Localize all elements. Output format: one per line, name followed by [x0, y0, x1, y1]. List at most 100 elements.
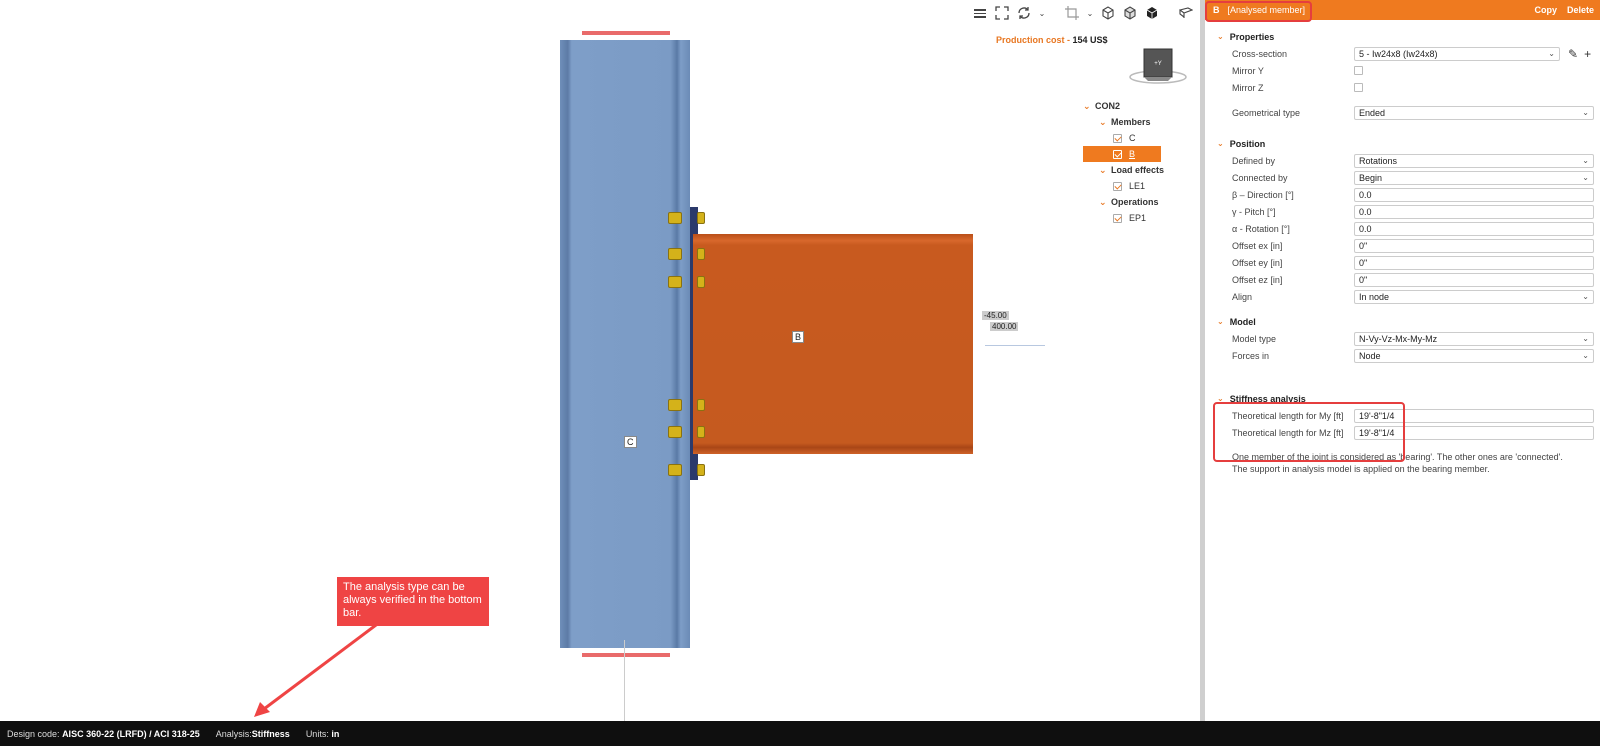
- field-label: Cross-section: [1232, 48, 1288, 59]
- transparent-cube-icon[interactable]: [1122, 5, 1138, 21]
- row-model-type: Model type N-Vy-Vz-Mx-My-Mz ⌄: [1205, 330, 1600, 347]
- tree-node-connection[interactable]: ⌄ CON2: [1083, 98, 1191, 114]
- units-status[interactable]: Units: in: [306, 729, 340, 739]
- checkbox[interactable]: [1113, 213, 1122, 223]
- checkbox[interactable]: [1113, 181, 1122, 191]
- crop-icon[interactable]: [1064, 5, 1080, 21]
- bolt-icon: [668, 276, 682, 288]
- production-cost-separator: -: [1064, 35, 1073, 45]
- select-value: Node: [1359, 350, 1381, 361]
- checkbox[interactable]: [1113, 149, 1122, 159]
- tree-group-load-effects[interactable]: ⌄ Load effects: [1083, 162, 1191, 178]
- row-forces-in: Forces in Node ⌄: [1205, 347, 1600, 364]
- field-label: α - Rotation [°]: [1232, 223, 1290, 234]
- position-select[interactable]: In node ⌄: [1354, 289, 1594, 304]
- position-fields: Defined by Rotations ⌄ Connected by Begin ⌄ β …: [1205, 152, 1600, 305]
- bolt-icon: [697, 276, 705, 288]
- bolt-icon: [697, 464, 705, 476]
- field-label: β – Direction [°]: [1232, 189, 1294, 200]
- field-value: 0.0: [1359, 223, 1372, 234]
- field-label: Align: [1232, 291, 1253, 302]
- chevron-down-icon[interactable]: ⌄: [1038, 5, 1046, 21]
- tree-group-members[interactable]: ⌄ Members: [1083, 114, 1191, 130]
- forces-in-select[interactable]: Node ⌄: [1354, 348, 1594, 363]
- chevron-down-icon[interactable]: ⌄: [1217, 32, 1224, 41]
- section-title: Model: [1229, 316, 1256, 327]
- wireframe-cube-icon[interactable]: [1100, 5, 1116, 21]
- chevron-down-icon: ⌄: [1548, 49, 1555, 58]
- member-label-b: B: [792, 331, 805, 343]
- add-icon[interactable]: +: [1584, 47, 1591, 61]
- chevron-down-icon[interactable]: ⌄: [1099, 165, 1111, 176]
- design-code-status[interactable]: Design code: AISC 360-22 (LRFD) / ACI 31…: [7, 729, 200, 739]
- tree-item-member-c[interactable]: C: [1083, 130, 1191, 146]
- section-position[interactable]: ⌄ Position: [1205, 135, 1600, 152]
- tree-item-member-b[interactable]: B: [1083, 146, 1161, 162]
- geometrical-type-select[interactable]: Ended ⌄: [1354, 105, 1594, 120]
- chevron-down-icon[interactable]: ⌄: [1083, 101, 1095, 112]
- position-select[interactable]: Rotations ⌄: [1354, 153, 1594, 168]
- position-input[interactable]: 0": [1354, 238, 1594, 253]
- select-value: N-Vy-Vz-Mx-My-Mz: [1359, 333, 1438, 344]
- position-input[interactable]: 0.0: [1354, 204, 1594, 219]
- rotate-view-icon[interactable]: [1016, 5, 1032, 21]
- zoom-extents-icon[interactable]: [994, 5, 1010, 21]
- dimension-icon[interactable]: [972, 5, 988, 21]
- field-value: Begin: [1359, 172, 1383, 183]
- chevron-down-icon: ⌄: [1582, 334, 1589, 343]
- production-cost-label: Production cost: [996, 35, 1065, 45]
- edit-pencil-icon[interactable]: ✎: [1568, 47, 1578, 61]
- bolt-icon: [697, 399, 705, 411]
- copy-button[interactable]: Copy: [1534, 5, 1557, 15]
- axis-line: [624, 640, 625, 721]
- field-label: Offset ez [in]: [1232, 274, 1283, 285]
- chevron-down-icon[interactable]: ⌄: [1099, 117, 1111, 128]
- tree-group-operations[interactable]: ⌄ Operations: [1083, 194, 1191, 210]
- row-position-field: Align In node ⌄: [1205, 288, 1600, 305]
- tree-item-ep1[interactable]: EP1: [1083, 210, 1191, 226]
- tree-item-label: LE1: [1129, 181, 1146, 191]
- field-value: 0": [1359, 274, 1368, 285]
- chevron-down-icon[interactable]: ⌄: [1099, 197, 1111, 208]
- tree-item-label: B: [1129, 149, 1136, 159]
- chevron-down-icon[interactable]: ⌄: [1086, 5, 1094, 21]
- analysis-label: Analysis:: [215, 728, 252, 739]
- field-label: Geometrical type: [1232, 107, 1301, 118]
- mirror-y-checkbox[interactable]: [1354, 66, 1363, 75]
- bolt-icon: [668, 426, 682, 438]
- 3d-viewport[interactable]: ⌄ ⌄ Production cost - 154 US$ +Y ⌄ CON2 …: [0, 0, 1237, 721]
- member-view-icon[interactable]: [1178, 5, 1194, 21]
- bolt-icon: [697, 212, 705, 224]
- solid-cube-icon[interactable]: [1144, 5, 1160, 21]
- units-label: Units:: [305, 728, 329, 739]
- analysis-status[interactable]: Analysis:Stiffness: [216, 729, 290, 739]
- section-model[interactable]: ⌄ Model: [1205, 313, 1600, 330]
- field-label: Mirror Y: [1232, 65, 1264, 76]
- chevron-down-icon: ⌄: [1582, 156, 1589, 165]
- column-end-marker: [582, 31, 670, 35]
- mirror-z-checkbox[interactable]: [1354, 83, 1363, 92]
- production-cost-value: 154 US$: [1072, 35, 1108, 45]
- delete-button[interactable]: Delete: [1567, 5, 1594, 15]
- production-cost: Production cost - 154 US$: [996, 35, 1108, 45]
- field-value: In node: [1359, 291, 1390, 302]
- view-cube-icon[interactable]: +Y: [1128, 47, 1188, 85]
- select-value: 5 - Iw24x8 (Iw24x8): [1359, 48, 1438, 59]
- position-input[interactable]: 0.0: [1354, 221, 1594, 236]
- position-select[interactable]: Begin ⌄: [1354, 170, 1594, 185]
- view-cube-label: +Y: [1154, 61, 1162, 67]
- beam-member-b[interactable]: [693, 234, 973, 454]
- column-member-c[interactable]: [560, 40, 690, 648]
- position-input[interactable]: 0": [1354, 255, 1594, 270]
- position-input[interactable]: 0.0: [1354, 187, 1594, 202]
- section-properties[interactable]: ⌄ Properties: [1205, 28, 1600, 45]
- bolt-icon: [668, 464, 682, 476]
- model-type-select[interactable]: N-Vy-Vz-Mx-My-Mz ⌄: [1354, 331, 1594, 346]
- cross-section-select[interactable]: 5 - Iw24x8 (Iw24x8) ⌄: [1354, 46, 1560, 61]
- chevron-down-icon[interactable]: ⌄: [1217, 317, 1224, 326]
- checkbox[interactable]: [1113, 133, 1122, 143]
- position-input[interactable]: 0": [1354, 272, 1594, 287]
- tree-item-le1[interactable]: LE1: [1083, 178, 1191, 194]
- dimension-line: [985, 345, 1045, 346]
- chevron-down-icon[interactable]: ⌄: [1217, 139, 1224, 148]
